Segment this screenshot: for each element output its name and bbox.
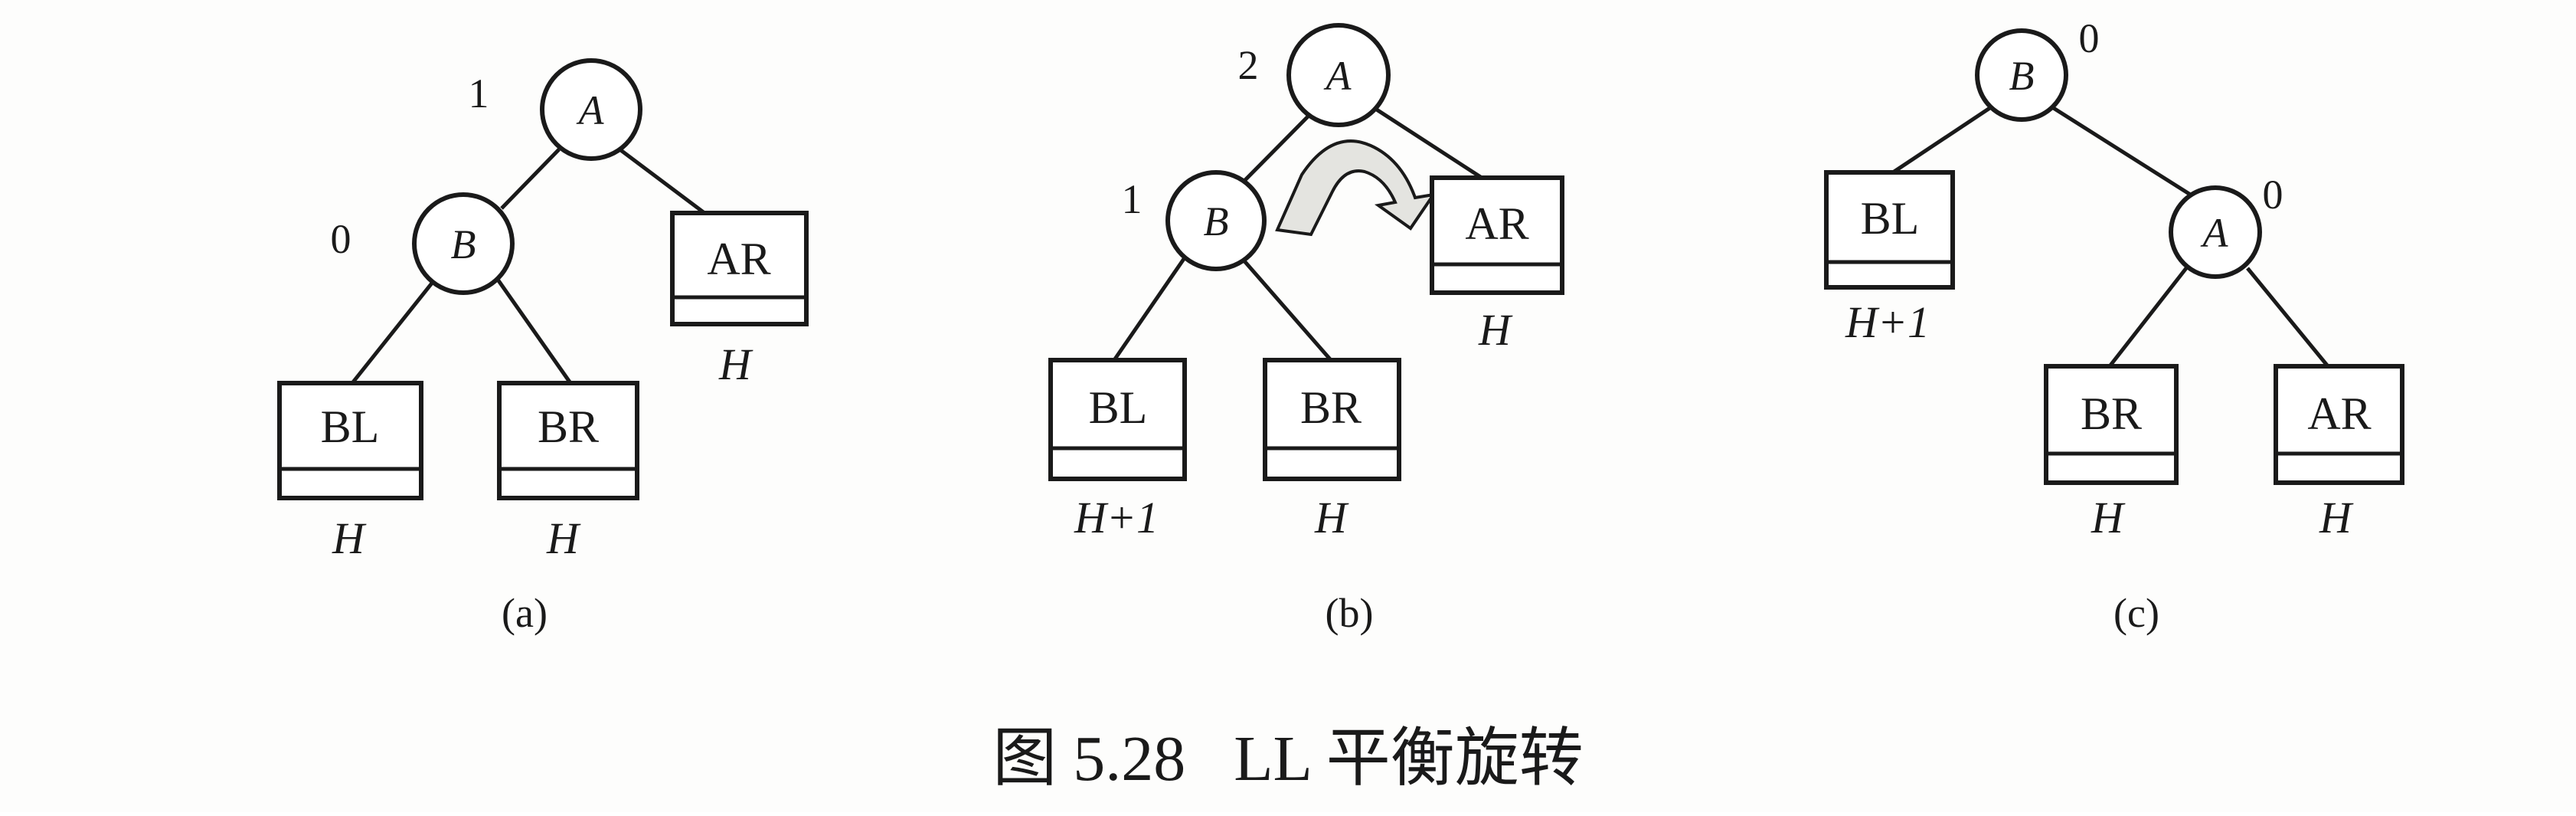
subtree-a-AR-label: AR — [707, 234, 770, 284]
balance-c-A: 0 — [2263, 172, 2283, 218]
subtree-b-AR-label: AR — [1465, 198, 1528, 249]
panel-a-label: (a) — [502, 590, 548, 636]
edge-a-A-B — [500, 148, 561, 210]
panel-c-label: (c) — [2113, 590, 2159, 636]
balance-a-A: 1 — [469, 70, 489, 116]
edge-c-B-BL — [1891, 105, 1992, 175]
node-a-B-label: B — [451, 221, 476, 267]
rotation-arrow-icon — [1275, 139, 1437, 237]
subtree-c-AR-label: AR — [2307, 388, 2371, 439]
height-c-BR: H — [2091, 493, 2126, 542]
edge-a-A-AR — [611, 143, 706, 215]
height-c-AR: H — [2319, 493, 2354, 542]
subtree-a-BR-label: BR — [538, 401, 599, 452]
balance-b-B: 1 — [1122, 176, 1143, 222]
edge-b-B-BR — [1239, 255, 1332, 362]
edge-a-B-BL — [351, 276, 438, 385]
edge-a-B-BR — [494, 276, 573, 385]
subtree-c-BL-label: BL — [1861, 193, 1920, 244]
height-b-BR: H — [1314, 493, 1349, 542]
height-c-BL: H+1 — [1845, 297, 1930, 347]
node-b-B-label: B — [1204, 198, 1229, 244]
balance-b-A: 2 — [1238, 42, 1259, 88]
subtree-a-BL-label: BL — [321, 401, 380, 452]
height-a-BL: H — [332, 513, 367, 563]
panel-b: A 2 B 1 AR H BL H+1 BR H (b) — [1048, 23, 1564, 636]
node-c-A-label: A — [2201, 210, 2229, 256]
balance-a-B: 0 — [331, 216, 351, 262]
figure-caption: 图 5.28 LL 平衡旋转 — [992, 723, 1584, 795]
height-b-BL: H+1 — [1074, 493, 1159, 542]
edge-b-B-BL — [1112, 255, 1188, 362]
balance-c-B: 0 — [2079, 15, 2100, 61]
height-a-AR: H — [718, 339, 754, 389]
figure-canvas: A 1 B 0 AR H BL H BR H (a) A 2 B 1 AR H … — [0, 0, 2576, 812]
subtree-b-BL-label: BL — [1089, 382, 1148, 433]
subtree-c-BR-label: BR — [2081, 388, 2142, 439]
edge-c-B-A — [2051, 105, 2193, 198]
panel-b-label: (b) — [1326, 590, 1374, 636]
panel-a: A 1 B 0 AR H BL H BR H (a) — [277, 58, 809, 636]
avl-rotation-diagram: A 1 B 0 AR H BL H BR H (a) A 2 B 1 AR H … — [277, 15, 2404, 795]
node-b-A-label: A — [1324, 53, 1352, 99]
node-a-A-label: A — [577, 87, 605, 133]
edge-c-A-BR — [2108, 267, 2188, 368]
panel-c: B 0 A 0 BL H+1 BR H AR H (c) — [1824, 15, 2404, 636]
edge-c-A-AR — [2246, 267, 2329, 368]
node-c-B-label: B — [2009, 53, 2035, 99]
subtree-b-BR-label: BR — [1300, 382, 1362, 433]
height-a-BR: H — [546, 513, 581, 563]
height-b-AR: H — [1478, 305, 1513, 355]
